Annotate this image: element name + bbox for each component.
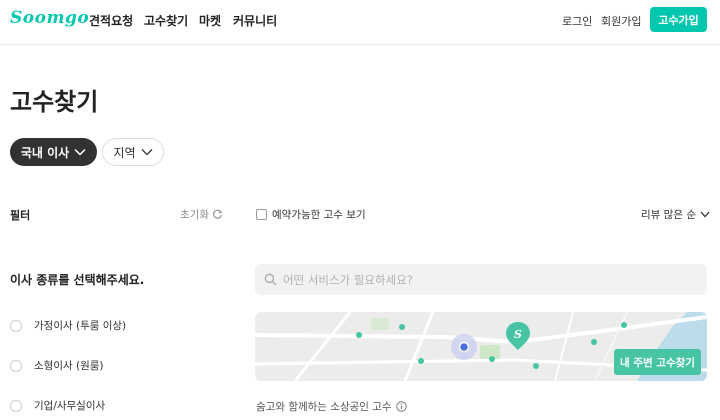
sort-dropdown[interactable]: 리뷰 많은 순 — [641, 207, 710, 222]
pro-location-dot — [621, 322, 627, 328]
nav-market[interactable]: 마켓 — [199, 12, 221, 29]
chevron-down-icon — [141, 149, 153, 156]
radio-option-office-move[interactable]: 기업/사무실이사 — [10, 398, 105, 413]
pro-signup-button[interactable]: 고수가입 — [650, 7, 707, 32]
chevron-down-icon — [74, 148, 86, 156]
reservable-filter[interactable]: 예약가능한 고수 보기 — [256, 207, 366, 222]
chip-label: 지역 — [113, 145, 136, 160]
caption-text: 숨고와 함께하는 소상공인 고수 — [256, 401, 392, 413]
sort-label: 리뷰 많은 순 — [641, 209, 696, 221]
current-location-icon — [451, 334, 477, 360]
radio-label: 소형이사 (원룸) — [34, 360, 104, 372]
reservable-label: 예약가능한 고수 보기 — [272, 209, 366, 221]
pro-location-dot — [489, 356, 495, 362]
nav-quote-request[interactable]: 견적요청 — [89, 12, 133, 29]
login-link[interactable]: 로그인 — [562, 13, 592, 29]
region-chip[interactable]: 지역 — [102, 138, 164, 166]
search-icon — [264, 273, 277, 286]
radio-option-small-move[interactable]: 소형이사 (원룸) — [10, 358, 104, 373]
nav-find-pro[interactable]: 고수찾기 — [144, 12, 188, 29]
radio-button[interactable] — [10, 319, 22, 332]
radio-option-family-move[interactable]: 가정이사 (투룸 이상) — [10, 318, 126, 333]
join-link[interactable]: 회원가입 — [601, 13, 641, 29]
reset-label: 초기화 — [180, 209, 209, 221]
small-business-caption: 숨고와 함께하는 소상공인 고수 — [256, 399, 407, 414]
move-type-question: 이사 종류를 선택해주세요. — [10, 273, 145, 287]
chip-label: 국내 이사 — [20, 145, 70, 160]
refresh-icon — [213, 209, 223, 219]
pro-location-dot — [591, 339, 597, 345]
service-search-bar[interactable] — [255, 264, 707, 295]
radio-label: 가정이사 (투룸 이상) — [34, 320, 127, 332]
soomgo-logo[interactable]: Soomgo — [10, 8, 89, 28]
page-title: 고수찾기 — [10, 88, 99, 116]
radio-label: 기업/사무실이사 — [34, 400, 106, 412]
info-icon[interactable] — [395, 401, 407, 412]
pro-location-dot — [418, 358, 424, 364]
radio-button[interactable] — [10, 359, 22, 372]
reservable-checkbox[interactable] — [256, 209, 267, 220]
nav-community[interactable]: 커뮤니티 — [233, 12, 277, 29]
pro-location-dot — [533, 363, 539, 369]
domestic-move-chip[interactable]: 국내 이사 — [10, 138, 97, 166]
filter-label: 필터 — [10, 209, 31, 222]
pro-location-dot — [356, 332, 362, 338]
search-input[interactable] — [283, 272, 683, 287]
radio-button[interactable] — [10, 399, 22, 412]
reset-filter-button[interactable]: 초기화 — [180, 207, 223, 222]
chevron-down-icon — [700, 211, 710, 218]
pro-location-dot — [399, 324, 405, 330]
svg-text:S: S — [514, 328, 522, 341]
find-nearby-pros-button[interactable]: 내 주변 고수찾기 — [614, 349, 701, 375]
